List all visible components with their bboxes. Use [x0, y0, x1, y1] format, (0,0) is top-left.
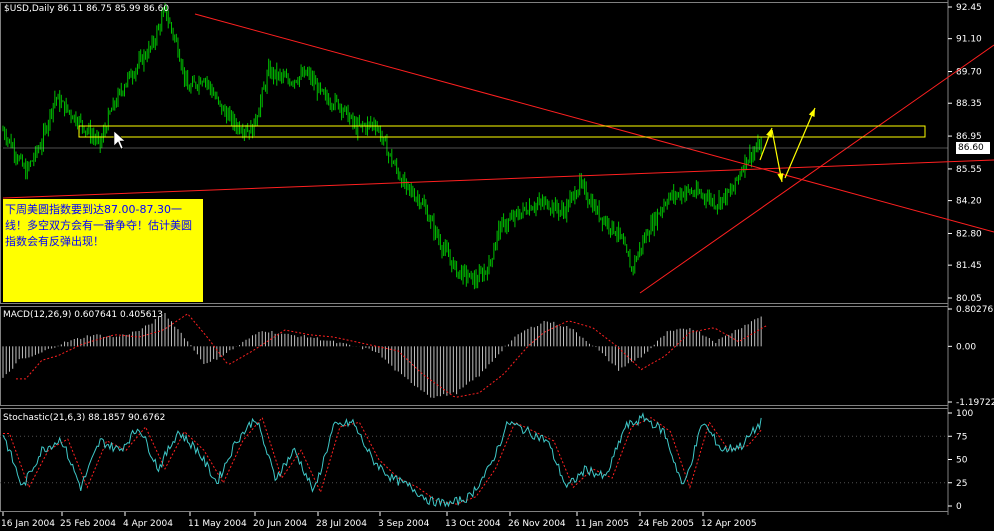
arrow-up-short-head	[766, 128, 772, 137]
stoch-tick-label: 100	[956, 409, 973, 419]
price-header: $USD,Daily 86.11 86.75 85.99 86.60	[4, 4, 169, 14]
price-tick-label: 81.45	[956, 261, 982, 271]
date-tick-label: 12 Apr 2005	[701, 519, 757, 529]
price-tick-label: 84.20	[956, 197, 982, 207]
mouse-cursor-icon	[113, 130, 126, 150]
macd-tick-label: 0.80276	[956, 305, 993, 315]
price-tick-label: 91.10	[956, 35, 982, 45]
date-tick-label: 13 Oct 2004	[445, 519, 501, 529]
stoch-main-line	[2, 412, 762, 508]
date-tick-label: 28 Jul 2004	[316, 519, 367, 529]
arrow-up-long-head	[808, 108, 815, 117]
price-tick-label: 88.35	[956, 99, 982, 109]
price-tick-label: 85.55	[956, 165, 982, 175]
stoch-tick-label: 50	[956, 456, 968, 466]
annotation-note: 下周美圆指数要到达87.00-87.30一线！多空双方会有一番争夺！估计美圆指数…	[3, 199, 203, 302]
macd-tick-label: -1.19722	[956, 398, 994, 408]
date-tick-label: 11 Jan 2005	[575, 519, 629, 529]
last-price-tag: 86.60	[956, 142, 990, 154]
chart-window: 92.45 91.10 89.70 88.35 86.95 85.55 84.20 82.80…	[0, 0, 994, 531]
price-tick-label: 82.80	[956, 229, 982, 239]
date-tick-label: 25 Feb 2004	[60, 519, 116, 529]
date-tick-label: 16 Jan 2004	[1, 519, 55, 529]
trendline-flat	[2, 159, 994, 199]
stoch-header: Stochastic(21,6,3) 88.1857 90.6762	[3, 413, 165, 423]
arrow-down-head	[777, 173, 784, 182]
macd-header: MACD(12,26,9) 0.607641 0.405613	[3, 310, 163, 320]
stoch-tick-label: 0	[956, 502, 962, 512]
date-tick-label: 11 May 2004	[188, 519, 247, 529]
panel-frame-3	[0, 408, 949, 512]
price-tick-label: 80.05	[956, 294, 982, 304]
date-tick-label: 20 Jun 2004	[253, 519, 307, 529]
stoch-tick-label: 75	[956, 432, 967, 442]
resistance-box	[78, 125, 926, 138]
macd-tick-label: 0.00	[956, 342, 976, 352]
price-tick-label: 86.95	[956, 132, 982, 142]
date-tick-label: 24 Feb 2005	[638, 519, 694, 529]
stoch-signal-line	[3, 416, 762, 505]
stoch-tick-label: 25	[956, 479, 967, 489]
date-tick-label: 3 Sep 2004	[378, 519, 430, 529]
date-tick-label: 4 Apr 2004	[123, 519, 173, 529]
macd-histogram	[2, 312, 762, 398]
trendline-up	[639, 44, 994, 294]
date-tick-label: 26 Nov 2004	[508, 519, 566, 529]
panel-frame-2	[0, 306, 949, 406]
price-tick-label: 92.45	[956, 3, 982, 13]
